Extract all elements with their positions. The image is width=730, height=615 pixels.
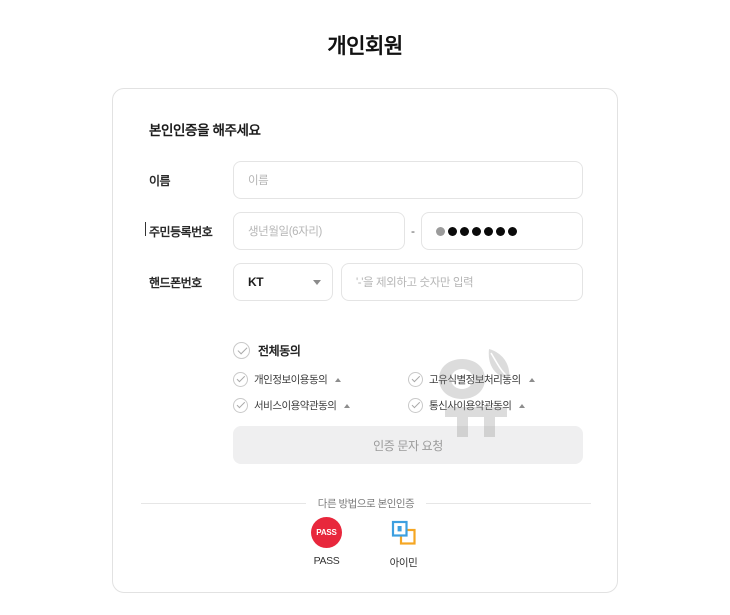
- agreements-block: 전체동의 개인정보이용동의 고유식별정보처리동의 서비스이용약관동의 통신사이용…: [233, 342, 583, 413]
- agreement-label: 서비스이용약관동의: [254, 400, 337, 412]
- rrn-secret-input[interactable]: [421, 212, 583, 250]
- verification-form: 이름 이름 주민등록번호 생년월일(6자리) - 핸드폰번호 KT '-'을 제…: [145, 161, 583, 314]
- agreement-list: 개인정보이용동의 고유식별정보처리동의 서비스이용약관동의 통신사이용약관동의: [233, 372, 583, 413]
- alt-method-pass[interactable]: PASS PASS: [311, 517, 342, 570]
- name-input[interactable]: 이름: [233, 161, 583, 199]
- name-row: 이름 이름: [149, 161, 583, 199]
- carrier-selected-value: KT: [248, 275, 264, 289]
- agreement-item-unique-id[interactable]: 고유식별정보처리동의: [408, 372, 583, 387]
- phone-label: 핸드폰번호: [149, 275, 202, 290]
- card-heading: 본인인증을 해주세요: [149, 123, 261, 138]
- agreement-label: 고유식별정보처리동의: [429, 374, 521, 386]
- rrn-row: 주민등록번호 생년월일(6자리) -: [145, 212, 583, 250]
- rrn-birthdate-input[interactable]: 생년월일(6자리): [233, 212, 405, 250]
- masked-dot: [472, 226, 481, 236]
- phone-number-input[interactable]: '-'을 제외하고 숫자만 입력: [341, 263, 583, 301]
- ipin-icon: [388, 517, 419, 548]
- alt-methods-label: 다른 방법으로 본인인증: [317, 498, 415, 510]
- alt-method-ipin[interactable]: 아이민: [388, 517, 419, 570]
- divider-line-right: [426, 503, 591, 504]
- masked-dot: [496, 226, 505, 236]
- pass-badge-icon: PASS: [311, 517, 342, 548]
- phone-placeholder: '-'을 제외하고 숫자만 입력: [356, 277, 474, 289]
- rrn-label: 주민등록번호: [145, 221, 233, 240]
- alt-method-label: 아이민: [389, 557, 418, 569]
- agreement-item-service-terms[interactable]: 서비스이용약관동의: [233, 398, 408, 413]
- phone-row: 핸드폰번호 KT '-'을 제외하고 숫자만 입력: [149, 263, 583, 301]
- check-circle-icon[interactable]: [408, 398, 423, 413]
- masked-dot: [460, 226, 469, 236]
- page-title: 개인회원: [327, 35, 403, 58]
- check-circle-icon[interactable]: [233, 342, 250, 359]
- text-caret: [145, 221, 146, 236]
- check-circle-icon[interactable]: [408, 372, 423, 387]
- masked-dot: [508, 226, 517, 236]
- alt-method-label: PASS: [313, 555, 340, 567]
- caret-down-icon: [313, 279, 321, 285]
- chevron-up-icon[interactable]: [344, 403, 351, 408]
- rrn-label-text: 주민등록번호: [149, 224, 213, 239]
- rrn-birthdate-placeholder: 생년월일(6자리): [248, 226, 322, 238]
- masked-dot: [484, 226, 493, 236]
- agreement-item-personal-info[interactable]: 개인정보이용동의: [233, 372, 408, 387]
- phone-fields: KT '-'을 제외하고 숫자만 입력: [233, 263, 583, 301]
- chevron-up-icon[interactable]: [519, 403, 526, 408]
- rrn-masked-dots: [436, 226, 517, 236]
- alt-methods-divider: 다른 방법으로 본인인증: [141, 496, 591, 511]
- name-label: 이름: [149, 173, 171, 188]
- carrier-select[interactable]: KT: [233, 263, 333, 301]
- agreement-label: 통신사이용약관동의: [429, 400, 512, 412]
- chevron-up-icon[interactable]: [335, 377, 342, 382]
- check-circle-icon[interactable]: [233, 372, 248, 387]
- name-placeholder: 이름: [248, 175, 269, 187]
- divider-line-left: [141, 503, 306, 504]
- identity-verification-card: 본인인증을 해주세요 이름 이름 주민등록번호 생년월일(6자리) - 핸드폰번…: [112, 88, 618, 593]
- agree-all-row[interactable]: 전체동의: [233, 342, 583, 359]
- masked-dot: [436, 226, 445, 236]
- agreement-item-carrier-terms[interactable]: 통신사이용약관동의: [408, 398, 583, 413]
- masked-dot: [448, 226, 457, 236]
- rrn-fields: 생년월일(6자리) -: [233, 212, 583, 250]
- check-circle-icon[interactable]: [233, 398, 248, 413]
- alt-methods-list: PASS PASS 아이민: [113, 517, 617, 570]
- agreement-label: 개인정보이용동의: [254, 374, 328, 386]
- chevron-up-icon[interactable]: [528, 377, 535, 382]
- rrn-separator: -: [411, 224, 415, 238]
- agree-all-label: 전체동의: [258, 344, 301, 358]
- request-sms-button[interactable]: 인증 문자 요청: [233, 426, 583, 464]
